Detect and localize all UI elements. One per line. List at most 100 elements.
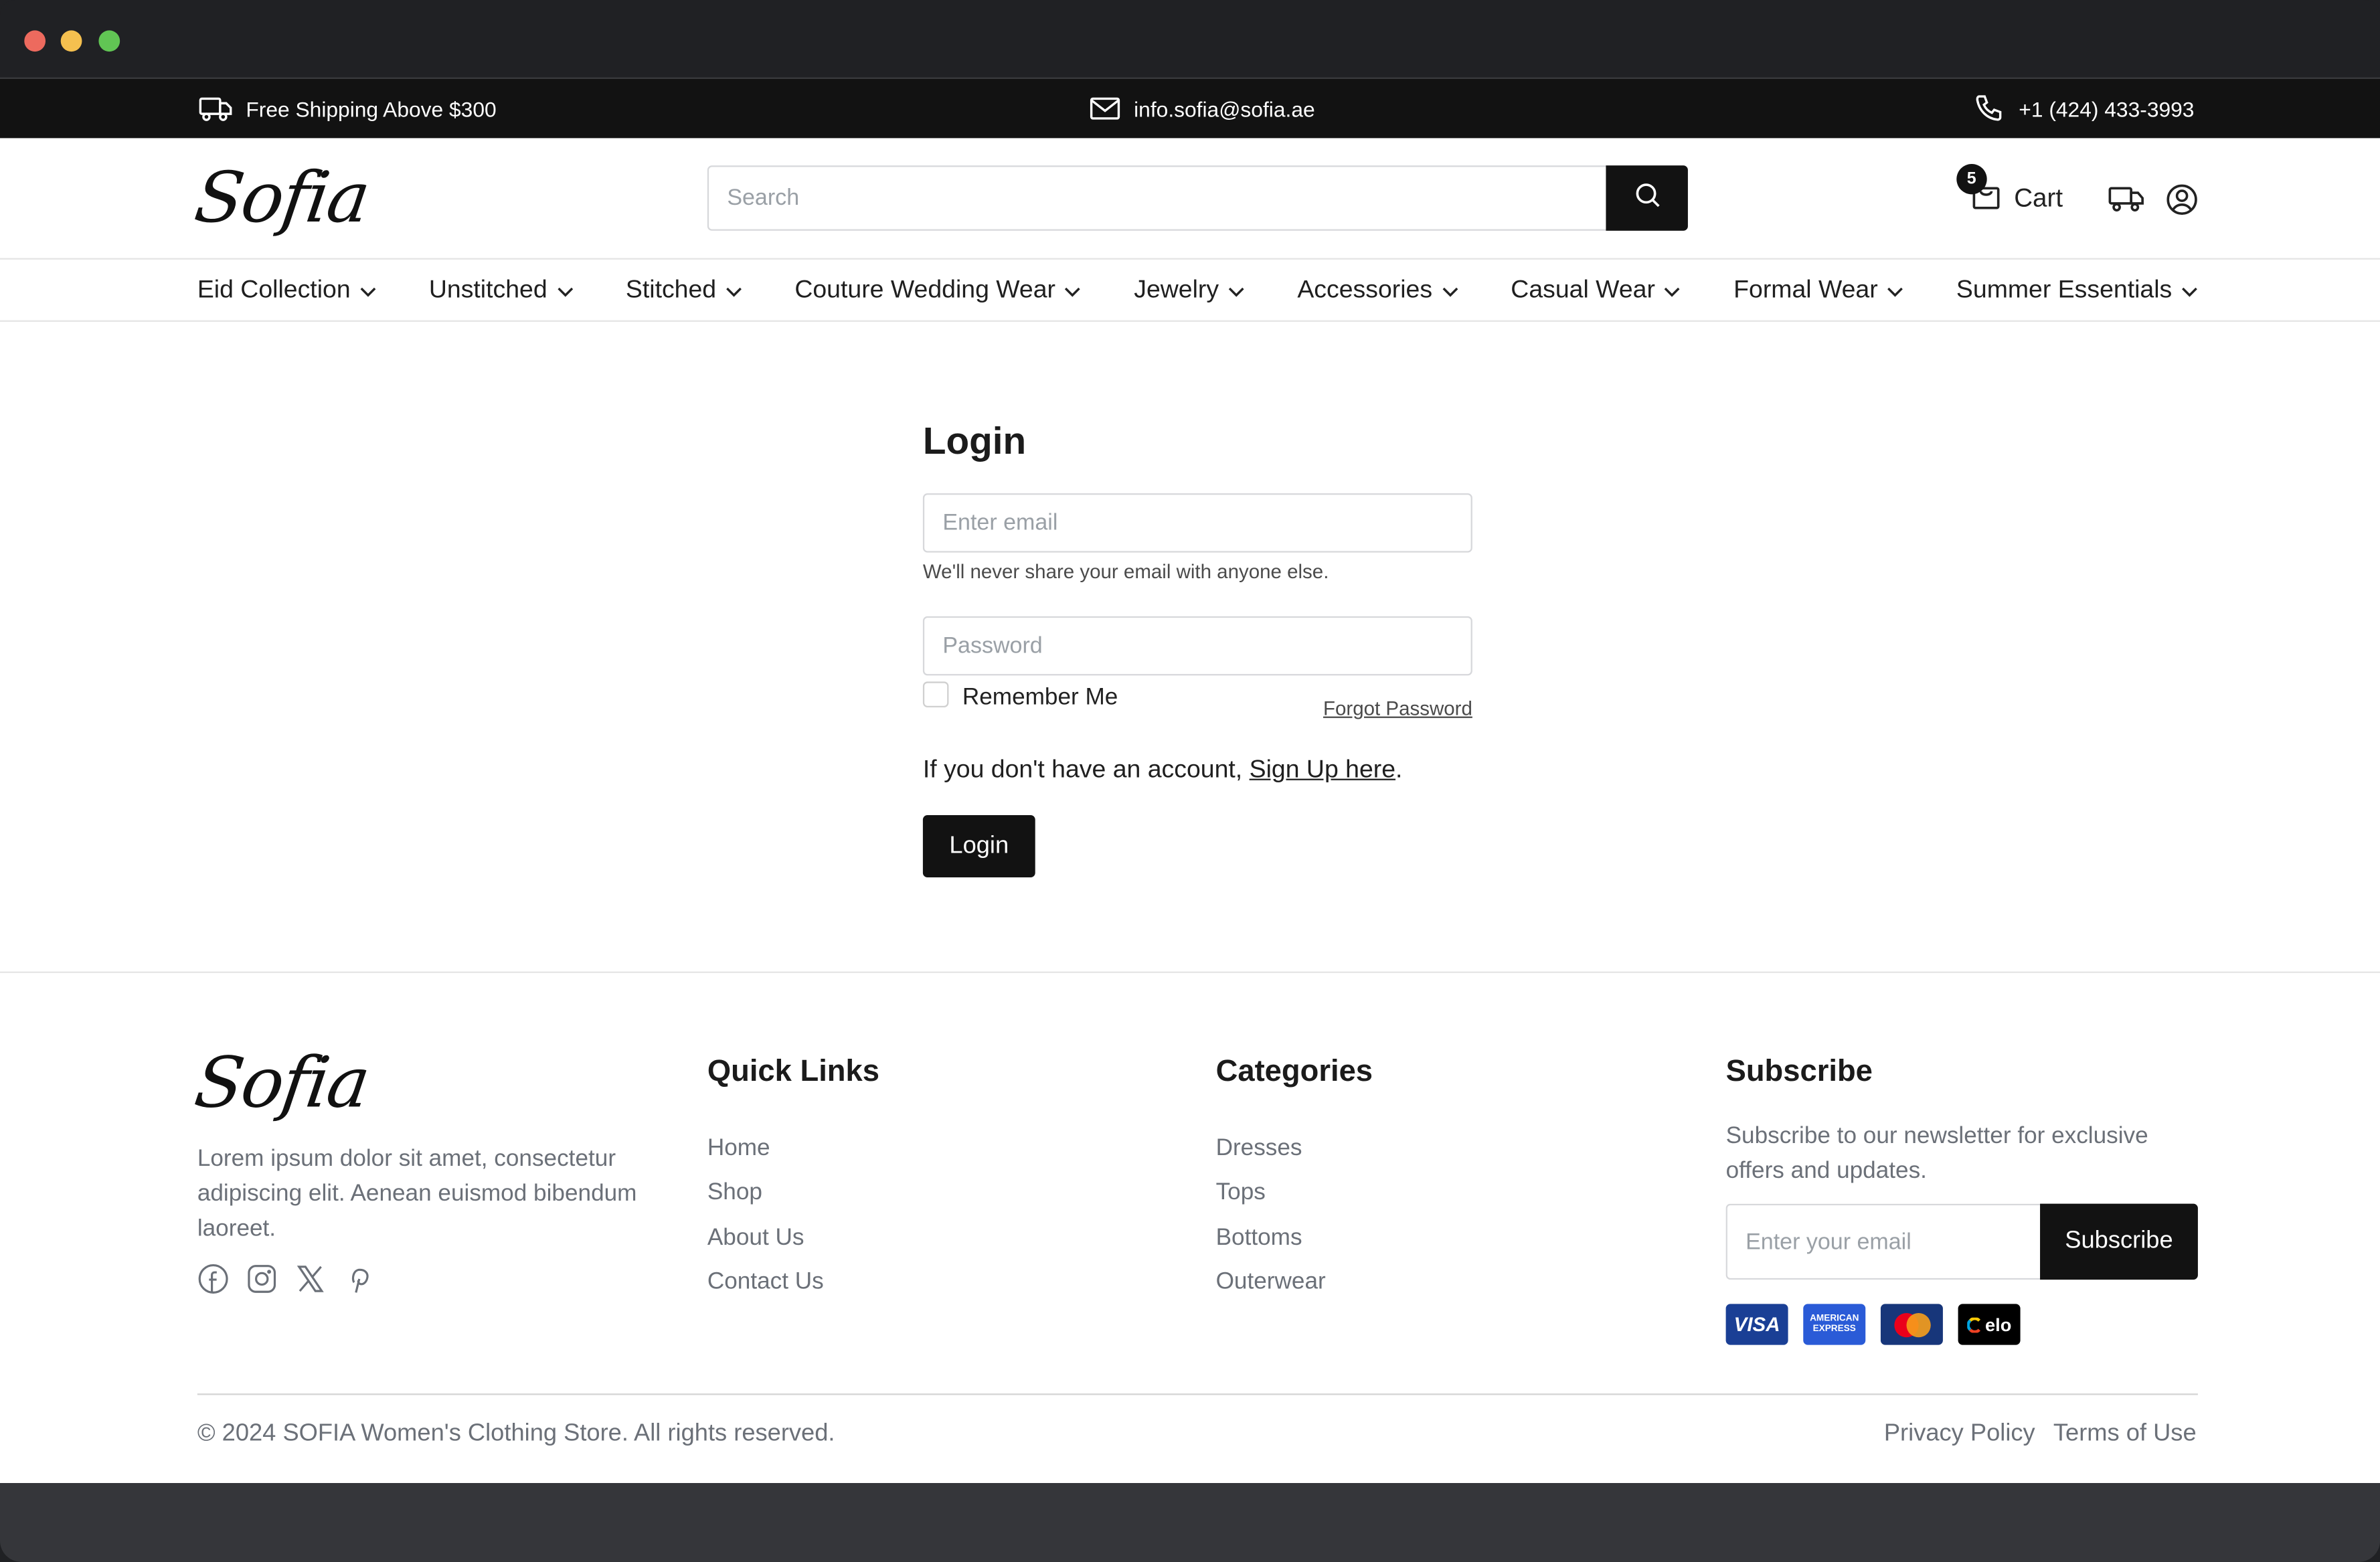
footer-link-home[interactable]: Home <box>707 1126 879 1170</box>
nav-item-summer-essentials[interactable]: Summer Essentials <box>1956 276 2198 305</box>
footer-link-about-us[interactable]: About Us <box>707 1215 879 1260</box>
footer-link-tops[interactable]: Tops <box>1216 1170 1373 1215</box>
close-window-button[interactable] <box>24 30 46 52</box>
cart-count-badge: 5 <box>1956 163 1987 194</box>
facebook-icon[interactable] <box>197 1263 230 1295</box>
top-info-bar: Free Shipping Above $300 info.sofia@sofi… <box>0 78 2380 139</box>
user-circle-icon[interactable] <box>2166 183 2198 215</box>
site-logo[interactable]: Sofia <box>190 157 373 238</box>
nav-item-eid-collection[interactable]: Eid Collection <box>197 276 376 305</box>
main-nav: Eid Collection Unstitched Stitched Coutu… <box>197 260 2198 321</box>
chevron-down-icon <box>1228 276 1245 305</box>
nav-item-casual-wear[interactable]: Casual Wear <box>1511 276 1681 305</box>
search-input[interactable] <box>709 167 1606 230</box>
signup-prompt: If you don't have an account, Sign Up he… <box>923 756 1403 785</box>
browser-window: Free Shipping Above $300 info.sofia@sofi… <box>0 0 2380 1562</box>
chevron-down-icon <box>556 276 573 305</box>
window-titlebar <box>0 0 2380 79</box>
subscribe-description: Subscribe to our newsletter for exclusiv… <box>1725 1123 2148 1185</box>
footer-about-text: Lorem ipsum dolor sit amet, consectetur … <box>197 1146 637 1242</box>
nav-item-couture-wedding-wear[interactable]: Couture Wedding Wear <box>794 276 1081 305</box>
nav-label: Couture Wedding Wear <box>794 275 1056 303</box>
free-shipping-notice: Free Shipping Above $300 <box>199 79 497 138</box>
categories-title: Categories <box>1215 1055 1373 1089</box>
chevron-down-icon <box>2181 276 2198 305</box>
signup-prefix: If you don't have an account, <box>922 756 1250 784</box>
password-field[interactable] <box>922 616 1472 676</box>
search-icon <box>1634 181 1660 215</box>
email-field[interactable] <box>922 493 1472 553</box>
elo-label: elo <box>1985 1314 2012 1335</box>
contact-phone-text: +1 (424) 433-3993 <box>2019 96 2195 121</box>
nav-label: Jewelry <box>1134 275 1219 303</box>
legal-links: Privacy Policy Terms of Use <box>1884 1421 2197 1448</box>
terms-of-use-link[interactable]: Terms of Use <box>2053 1421 2197 1448</box>
free-shipping-text: Free Shipping Above $300 <box>246 96 497 121</box>
elo-card-icon: elo <box>1958 1304 2021 1345</box>
search-button[interactable] <box>1606 165 1688 231</box>
chevron-down-icon <box>726 276 742 305</box>
nav-label: Stitched <box>625 275 717 303</box>
nav-divider <box>0 320 2380 322</box>
footer-link-shop[interactable]: Shop <box>707 1170 879 1215</box>
login-button[interactable]: Login <box>922 815 1035 878</box>
cart-button[interactable]: 5 Cart <box>1956 163 2063 218</box>
nav-item-unstitched[interactable]: Unstitched <box>429 276 573 305</box>
remember-me-label: Remember Me <box>962 684 1118 711</box>
nav-label: Summer Essentials <box>1956 275 2173 303</box>
footer-link-bottoms[interactable]: Bottoms <box>1216 1215 1373 1260</box>
nav-label: Casual Wear <box>1511 275 1655 303</box>
nav-label: Unstitched <box>428 275 547 303</box>
footer-link-contact-us[interactable]: Contact Us <box>707 1260 879 1304</box>
maximize-window-button[interactable] <box>98 30 120 52</box>
subscribe-button[interactable]: Subscribe <box>2040 1203 2198 1280</box>
nav-item-jewelry[interactable]: Jewelry <box>1134 276 1244 305</box>
truck-icon <box>199 96 232 120</box>
login-form: Login We'll never share your email with … <box>922 412 1472 878</box>
nav-label: Accessories <box>1297 275 1433 303</box>
remember-me-checkbox[interactable] <box>922 681 949 707</box>
truck-icon[interactable] <box>2108 185 2144 213</box>
amex-label: AMERICAN EXPRESS <box>1810 1314 1859 1334</box>
subscribe-email-input[interactable] <box>1725 1203 2041 1280</box>
footer-link-outerwear[interactable]: Outerwear <box>1216 1260 1373 1304</box>
contact-email[interactable]: info.sofia@sofia.ae <box>1090 79 1315 138</box>
privacy-policy-link[interactable]: Privacy Policy <box>1884 1421 2035 1448</box>
footer-logo[interactable]: Sofia <box>190 1041 373 1123</box>
footer-divider <box>0 971 2380 973</box>
nav-item-accessories[interactable]: Accessories <box>1297 276 1458 305</box>
signup-link[interactable]: Sign Up here <box>1250 756 1395 784</box>
minimize-window-button[interactable] <box>60 30 82 52</box>
cart-label: Cart <box>2014 183 2063 213</box>
x-icon[interactable] <box>294 1263 327 1295</box>
instagram-icon[interactable] <box>246 1263 278 1295</box>
copyright-divider <box>197 1393 2198 1395</box>
nav-item-formal-wear[interactable]: Formal Wear <box>1733 276 1903 305</box>
page-content: Sofia 5 Cart <box>0 138 2380 1484</box>
quick-links-title: Quick Links <box>707 1055 879 1089</box>
contact-email-text: info.sofia@sofia.ae <box>1134 96 1315 121</box>
search-bar <box>707 165 1688 231</box>
subscribe-title: Subscribe <box>1725 1055 1873 1089</box>
login-title: Login <box>922 420 1027 463</box>
nav-item-stitched[interactable]: Stitched <box>626 276 742 305</box>
amex-card-icon: AMERICAN EXPRESS <box>1803 1304 1866 1345</box>
forgot-password-link[interactable]: Forgot Password <box>1323 697 1472 719</box>
signup-suffix: . <box>1395 756 1403 784</box>
remember-me[interactable]: Remember Me <box>922 681 1118 712</box>
payment-methods: VISA AMERICAN EXPRESS elo <box>1725 1304 2021 1345</box>
visa-label: VISA <box>1733 1312 1780 1336</box>
chevron-down-icon <box>1442 276 1458 305</box>
email-help-text: We'll never share your email with anyone… <box>922 559 1329 583</box>
contact-phone[interactable]: +1 (424) 433-3993 <box>1975 79 2195 138</box>
pinterest-icon[interactable] <box>343 1263 375 1295</box>
header-actions: 5 Cart <box>1956 163 2198 226</box>
mail-icon <box>1090 97 1120 120</box>
chevron-down-icon <box>1065 276 1082 305</box>
footer-link-dresses[interactable]: Dresses <box>1216 1126 1373 1170</box>
mastercard-icon <box>1880 1304 1943 1345</box>
subscribe-form: Subscribe <box>1725 1203 2198 1280</box>
categories-column: Categories Dresses Tops Bottoms Outerwea… <box>1216 1049 1373 1304</box>
subscribe-column: Subscribe <box>1726 1049 1873 1126</box>
chevron-down-icon <box>359 276 376 305</box>
